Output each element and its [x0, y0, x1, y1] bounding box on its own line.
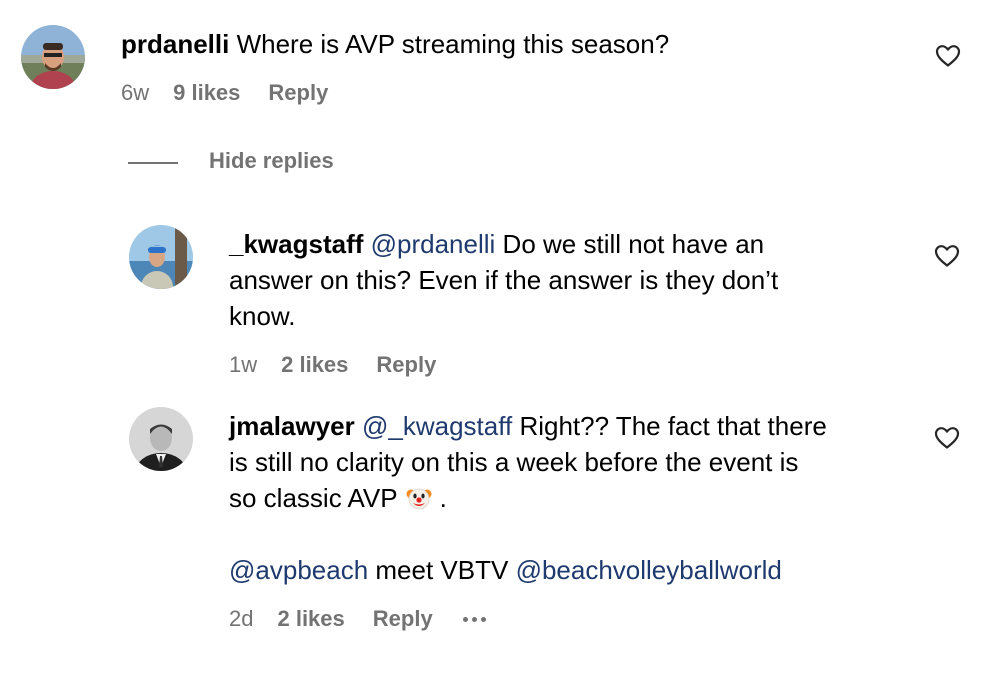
comment-line: know. [229, 301, 296, 331]
reply-button[interactable]: Reply [376, 352, 436, 378]
avatar-kwagstaff[interactable] [129, 225, 193, 289]
comment-line: @avpbeach meet VBTV @beachvolleyballworl… [229, 552, 919, 588]
comment-likes[interactable]: 9 likes [173, 80, 240, 106]
comment-meta: 6w 9 likes Reply [121, 78, 356, 108]
hide-replies-button[interactable]: Hide replies [209, 148, 334, 174]
comment-time[interactable]: 2d [229, 606, 253, 632]
comment-text: Right?? The fact that there [519, 411, 827, 441]
comment-line: _kwagstaff @prdanelli Do we still not ha… [229, 226, 909, 262]
more-options-icon[interactable] [462, 616, 486, 622]
comment-text: . [439, 483, 447, 513]
comment-username[interactable]: prdanelli [121, 29, 229, 59]
comment-body: _kwagstaff @prdanelli Do we still not ha… [229, 226, 909, 334]
reply-button[interactable]: Reply [373, 606, 433, 632]
comment-line: so classic AVP . [229, 480, 919, 516]
comment-line: answer on this? Even if the answer is th… [229, 265, 779, 295]
comment-meta: 2d 2 likes Reply [229, 604, 486, 634]
clown-face-emoji [406, 488, 432, 510]
heart-icon[interactable] [934, 244, 960, 268]
heart-icon[interactable] [935, 44, 961, 68]
replies-divider [128, 162, 178, 164]
mention-link[interactable]: @prdanelli [371, 229, 496, 259]
avatar-prdanelli[interactable] [21, 25, 85, 89]
comment-time[interactable]: 6w [121, 80, 149, 106]
comment-username[interactable]: _kwagstaff [229, 229, 363, 259]
mention-link[interactable]: @avpbeach [229, 555, 368, 585]
comment-username[interactable]: jmalawyer [229, 411, 355, 441]
comment-text: Do we still not have an [502, 229, 765, 259]
comment-body: jmalawyer @_kwagstaff Right?? The fact t… [229, 408, 919, 588]
comment-meta: 1w 2 likes Reply [229, 350, 464, 380]
comment-line-spacer [229, 516, 919, 552]
heart-icon[interactable] [934, 426, 960, 450]
comment-line: jmalawyer @_kwagstaff Right?? The fact t… [229, 408, 919, 444]
comment-likes[interactable]: 2 likes [277, 606, 344, 632]
comment-text: Where is AVP streaming this season? [236, 29, 670, 59]
comment-body: prdanelli Where is AVP streaming this se… [121, 26, 901, 62]
comment-line: is still no clarity on this a week befor… [229, 447, 799, 477]
comment-time[interactable]: 1w [229, 352, 257, 378]
mention-link[interactable]: @_kwagstaff [362, 411, 512, 441]
comment-text: meet VBTV [375, 555, 509, 585]
avatar-jmalawyer[interactable] [129, 407, 193, 471]
mention-link[interactable]: @beachvolleyballworld [516, 555, 782, 585]
comment-likes[interactable]: 2 likes [281, 352, 348, 378]
reply-button[interactable]: Reply [268, 80, 328, 106]
comment-text: so classic AVP [229, 483, 398, 513]
